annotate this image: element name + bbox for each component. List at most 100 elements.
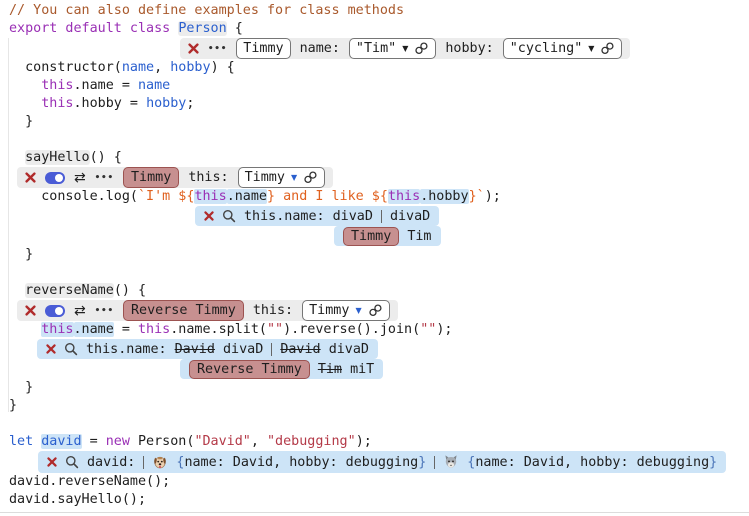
link-icon — [600, 42, 615, 55]
link-icon — [414, 42, 429, 55]
code-token: sayHello — [25, 150, 90, 165]
code-token: ); — [436, 322, 452, 337]
code-token — [9, 78, 41, 93]
wolf-face-icon — [443, 454, 459, 470]
code-token: david.sayHello(); — [9, 492, 146, 507]
code-line-class-declaration: export default class Person { — [9, 20, 749, 38]
close-icon[interactable] — [204, 211, 214, 221]
hobby-value-dropdown[interactable]: "cycling" ▼ — [503, 38, 623, 59]
value-separator — [434, 456, 435, 469]
reversename-value-popup: this.name: David divaD David divaD — [37, 339, 378, 359]
more-options-icon[interactable]: ••• — [95, 306, 114, 316]
code-token: , — [154, 60, 170, 75]
code-token: reverseName — [25, 283, 114, 298]
active-example-chip[interactable]: Timmy — [123, 167, 179, 188]
reversename-example-widget-row: ⇄ ••• Reverse Timmy this: Timmy ▼ — [9, 300, 749, 321]
code-token: "" — [420, 322, 436, 337]
value-after: divaD — [390, 209, 430, 224]
param-name-label: name: — [300, 41, 340, 56]
dropdown-value: "cycling" — [510, 41, 583, 56]
watched-expression-label: david: — [87, 455, 135, 470]
code-line: this.hobby = hobby; — [9, 95, 749, 113]
code-token: ; — [186, 96, 194, 111]
code-token: Person( — [130, 434, 195, 449]
close-icon[interactable] — [188, 43, 199, 54]
object-body: name: David, hobby: debugging — [475, 455, 709, 470]
code-token — [9, 322, 41, 337]
dropdown-value: "Tim" — [356, 41, 396, 56]
this-value-dropdown[interactable]: Timmy ▼ — [302, 300, 389, 321]
example-chip[interactable]: Reverse Timmy — [189, 360, 310, 379]
name-value-dropdown[interactable]: "Tim" ▼ — [349, 38, 436, 59]
close-icon[interactable] — [25, 305, 36, 316]
code-token: () { — [114, 283, 146, 298]
sayhello-example-value-popup: Timmy Tim — [334, 226, 441, 246]
object-brace: } — [418, 455, 426, 470]
code-token: this — [41, 322, 73, 337]
value-after-group: David divaD — [280, 342, 369, 357]
code-token: "debugging" — [267, 434, 356, 449]
code-token: } — [9, 398, 17, 413]
code-line: david.sayHello(); — [9, 491, 749, 509]
example-name-box[interactable]: Timmy — [236, 38, 290, 59]
this-value-dropdown[interactable]: Timmy ▼ — [238, 167, 325, 188]
code-token: "" — [267, 322, 283, 337]
value-separator — [143, 456, 144, 469]
close-icon[interactable] — [25, 172, 36, 183]
active-example-chip[interactable]: Reverse Timmy — [123, 300, 244, 321]
code-token: .hobby = — [74, 96, 147, 111]
code-token: .hobby — [420, 189, 468, 204]
code-token: let — [9, 434, 41, 449]
close-icon[interactable] — [47, 457, 57, 467]
code-token: constructor( — [9, 60, 122, 75]
old-value: David — [175, 342, 215, 357]
reversename-example-widget: ⇄ ••• Reverse Timmy this: Timmy ▼ — [17, 300, 398, 321]
code-token: this — [388, 189, 420, 204]
example-chip[interactable]: Timmy — [343, 227, 399, 246]
code-token: ); — [356, 434, 372, 449]
swap-arrows-icon[interactable]: ⇄ — [74, 171, 86, 185]
close-icon[interactable] — [46, 344, 56, 354]
new-value: divaD — [223, 342, 263, 357]
magnifier-icon[interactable] — [222, 209, 236, 223]
this-label: this: — [253, 303, 293, 318]
sayhello-value-popup: this.name: divaD divaD — [195, 206, 439, 226]
david-popup-row: david: {name: David, hobby: debugging} — [9, 451, 749, 473]
toggle-on-icon[interactable] — [45, 172, 65, 184]
more-options-icon[interactable]: ••• — [95, 173, 114, 183]
code-token: // You can also define examples for clas… — [9, 3, 404, 18]
magnifier-icon[interactable] — [64, 342, 78, 356]
magnifier-icon[interactable] — [65, 455, 79, 469]
toggle-on-icon[interactable] — [45, 305, 65, 317]
value-before: divaD — [333, 209, 373, 224]
code-line: constructor(name, hobby) { — [9, 59, 749, 77]
new-value: divaD — [329, 342, 369, 357]
param-hobby-label: hobby: — [445, 41, 493, 56]
example-name-label: Timmy — [131, 170, 171, 185]
blank-line — [9, 415, 749, 433]
code-token: this — [138, 322, 170, 337]
example-name-label: Timmy — [351, 229, 391, 244]
old-value: Tim — [318, 362, 342, 377]
code-line-comment: // You can also define examples for clas… — [9, 2, 749, 20]
object-body: name: David, hobby: debugging — [184, 455, 418, 470]
code-token: .name = — [74, 78, 139, 93]
code-token: this — [41, 78, 73, 93]
example-value: Tim — [407, 229, 431, 244]
code-line-reversename: reverseName() { — [9, 282, 749, 300]
code-token: new — [106, 434, 130, 449]
old-value: David — [280, 342, 320, 357]
swap-arrows-icon[interactable]: ⇄ — [74, 304, 86, 318]
code-token: this — [41, 96, 73, 111]
code-line: this.name = name — [9, 77, 749, 95]
class-example-widget: ••• Timmy name: "Tim" ▼ hobby: "cycling"… — [180, 38, 630, 59]
code-token: this — [194, 189, 226, 204]
code-token: = — [82, 434, 106, 449]
code-line: david.reverseName(); — [9, 473, 749, 491]
code-token: Person — [178, 21, 226, 36]
code-token: david.reverseName(); — [9, 474, 170, 489]
code-token — [9, 96, 41, 111]
more-options-icon[interactable]: ••• — [208, 44, 227, 54]
link-icon — [368, 304, 383, 317]
dog-face-icon — [152, 454, 168, 470]
